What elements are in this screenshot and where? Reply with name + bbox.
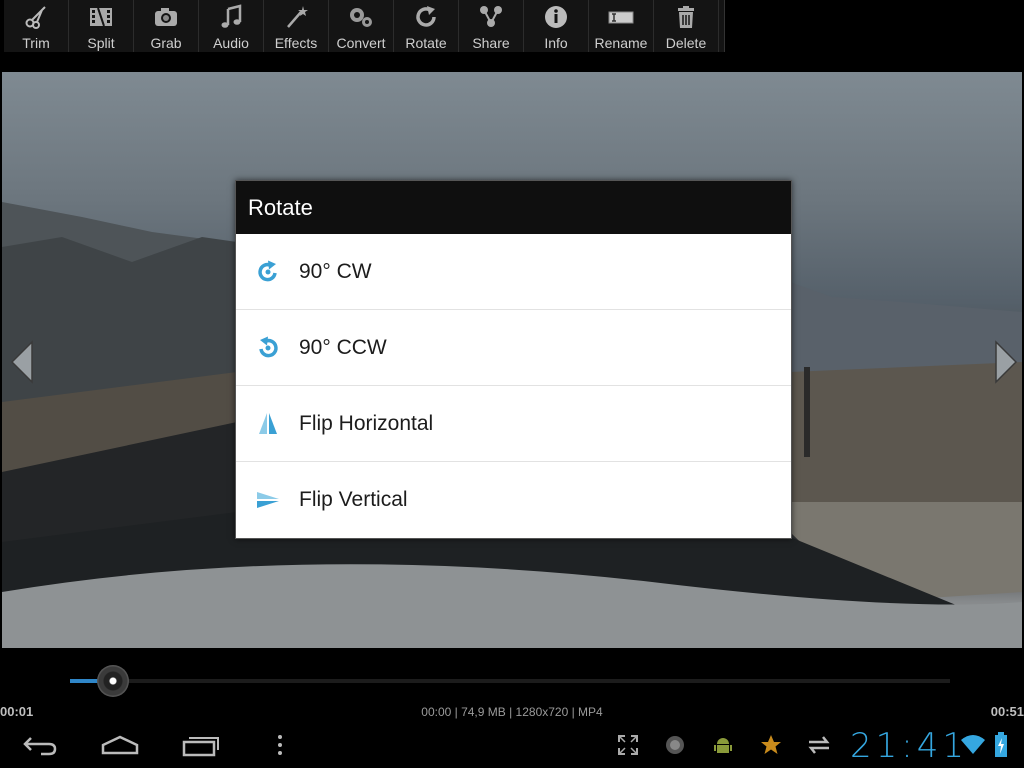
rotate-label: Rotate <box>405 35 447 51</box>
flip-horizontal-icon <box>259 412 277 434</box>
flip-vertical-icon <box>257 492 279 508</box>
seek-bar-track[interactable] <box>70 679 950 683</box>
notification-app-icon[interactable] <box>655 730 695 760</box>
home-button[interactable] <box>100 730 140 760</box>
rotate-ccw-icon <box>259 336 278 357</box>
notification-star-icon[interactable] <box>751 730 791 760</box>
system-navigation-bar: 21:41 <box>0 724 1024 768</box>
trim-label: Trim <box>22 35 50 51</box>
android-icon <box>714 738 732 753</box>
share-icon <box>480 6 502 27</box>
previous-arrow-icon[interactable] <box>8 340 38 384</box>
grab-label: Grab <box>150 35 182 51</box>
music-note-icon <box>221 4 242 28</box>
circle-app-icon <box>666 736 684 754</box>
camera-icon <box>155 8 177 26</box>
back-icon <box>23 737 57 756</box>
rotate-button[interactable]: Rotate <box>394 0 459 52</box>
dialog-title: Rotate <box>236 181 791 234</box>
rotate-ccw-option[interactable]: 90° CCW <box>236 310 791 386</box>
delete-button[interactable]: Delete <box>654 0 719 52</box>
toolbar: Trim Split Grab Audio Effects Convert Ro… <box>4 0 725 52</box>
convert-label: Convert <box>336 35 386 51</box>
menu-dots-icon <box>278 735 282 755</box>
notification-android-icon[interactable] <box>703 730 743 760</box>
wifi-icon <box>961 735 985 754</box>
overflow-menu-button[interactable] <box>260 730 300 760</box>
info-label: Info <box>544 35 568 51</box>
rename-icon <box>608 11 634 24</box>
delete-label: Delete <box>665 35 707 51</box>
rotate-icon <box>416 6 436 27</box>
rotate-cw-label: 90° CW <box>299 259 372 283</box>
rename-label: Rename <box>594 35 648 51</box>
info-button[interactable]: Info <box>524 0 589 52</box>
sync-icon <box>808 736 830 754</box>
next-arrow-icon[interactable] <box>990 340 1020 384</box>
flip-vertical-option[interactable]: Flip Vertical <box>236 462 791 538</box>
convert-button[interactable]: Convert <box>329 0 394 52</box>
flip-vertical-label: Flip Vertical <box>299 488 408 511</box>
battery-charging-icon <box>995 732 1007 757</box>
flip-horizontal-label: Flip Horizontal <box>299 411 434 435</box>
status-clock: 21:41 <box>850 726 968 766</box>
seek-bar-thumb[interactable] <box>97 665 129 697</box>
recent-apps-button[interactable] <box>180 730 220 760</box>
split-button[interactable]: Split <box>69 0 134 52</box>
effects-button[interactable]: Effects <box>264 0 329 52</box>
trash-icon <box>678 6 694 28</box>
flip-horizontal-option[interactable]: Flip Horizontal <box>236 386 791 462</box>
effects-label: Effects <box>274 35 318 51</box>
scissors-icon <box>25 6 46 29</box>
audio-button[interactable]: Audio <box>199 0 264 52</box>
total-time: 00:51 <box>990 704 1024 719</box>
recent-apps-icon <box>182 737 219 757</box>
share-button[interactable]: Share <box>459 0 524 52</box>
film-split-icon <box>90 7 112 27</box>
info-icon <box>545 6 567 28</box>
fullscreen-button[interactable] <box>608 730 648 760</box>
rotate-cw-icon <box>258 260 277 281</box>
star-icon <box>761 735 781 754</box>
home-icon <box>101 735 139 755</box>
back-button[interactable] <box>20 730 60 760</box>
rotate-cw-option[interactable]: 90° CW <box>236 234 791 310</box>
audio-label: Audio <box>213 35 249 51</box>
trim-button[interactable]: Trim <box>4 0 69 52</box>
video-meta-info: 00:00 | 74,9 MB | 1280x720 | MP4 <box>421 705 603 719</box>
gears-icon <box>350 8 372 27</box>
notification-sync-icon[interactable] <box>799 730 839 760</box>
share-label: Share <box>472 35 510 51</box>
grab-button[interactable]: Grab <box>134 0 199 52</box>
split-label: Split <box>87 35 115 51</box>
rename-button[interactable]: Rename <box>589 0 654 52</box>
fullscreen-icon <box>618 735 638 755</box>
rotate-dialog: Rotate 90° CW 90° CCW Flip Horizontal Fl… <box>235 180 792 539</box>
rotate-ccw-label: 90° CCW <box>299 335 387 359</box>
magic-wand-icon <box>287 6 308 28</box>
